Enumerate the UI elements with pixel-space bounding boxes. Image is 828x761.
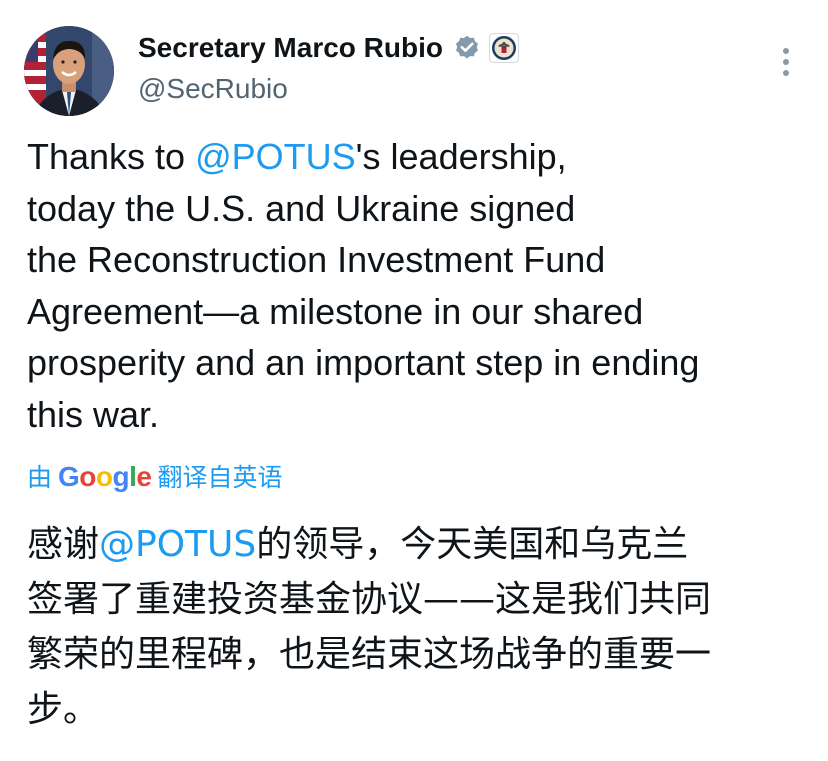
tweet-line: Agreement—a milestone in our shared [27, 290, 644, 332]
text-segment: 感谢 [27, 524, 100, 565]
translated-line: 步。 [27, 689, 100, 730]
mention-link[interactable]: @POTUS [99, 524, 256, 565]
logo-letter: o [95, 461, 113, 492]
translated-line: 繁荣的里程碑，也是结束这场战争的重要一 [27, 634, 712, 675]
tweet-line: Thanks to @POTUS's leadership, [27, 131, 817, 183]
translated-text: 感谢@POTUS的领导，今天美国和乌克兰 签署了重建投资基金协议——这是我们共同… [27, 517, 817, 737]
more-options-icon[interactable] [774, 44, 798, 80]
logo-letter: G [58, 461, 80, 492]
translated-line: 签署了重建投资基金协议——这是我们共同 [27, 579, 712, 620]
tweet-card: Secretary Marco Rubio @SecRubio Thanks t… [0, 0, 828, 761]
translated-line: 感谢@POTUS的领导，今天美国和乌克兰 [27, 517, 817, 572]
translation-suffix[interactable]: 翻译自英语 [157, 460, 282, 496]
avatar[interactable] [24, 26, 114, 116]
state-department-seal-icon[interactable] [489, 33, 519, 63]
tweet-line: today the U.S. and Ukraine signed [27, 187, 576, 229]
logo-letter: o [79, 461, 96, 492]
tweet-text: Thanks to @POTUS's leadership, today the… [27, 131, 817, 440]
translation-attribution[interactable]: 由 Google 翻译自英语 [27, 459, 283, 496]
dot [783, 70, 789, 76]
google-logo: Google [58, 459, 152, 495]
logo-letter: e [136, 461, 152, 492]
author-name-row[interactable]: Secretary Marco Rubio [138, 30, 519, 66]
dot [783, 59, 789, 65]
tweet-line: the Reconstruction Investment Fund [27, 239, 606, 280]
text-segment: 's leadership, [355, 136, 567, 177]
tweet-line: prosperity and an important step in endi… [27, 342, 700, 383]
translation-prefix: 由 [27, 464, 53, 492]
verified-badge-icon[interactable] [453, 34, 481, 62]
mention-link[interactable]: @POTUS [195, 136, 356, 177]
text-segment: Thanks to [27, 136, 196, 177]
author-handle[interactable]: @SecRubio [138, 71, 288, 107]
tweet-line: this war. [27, 393, 160, 435]
dot [783, 48, 789, 54]
text-segment: 的领导，今天美国和乌克兰 [256, 524, 689, 565]
logo-letter: g [112, 461, 130, 492]
author-name[interactable]: Secretary Marco Rubio [138, 30, 443, 66]
